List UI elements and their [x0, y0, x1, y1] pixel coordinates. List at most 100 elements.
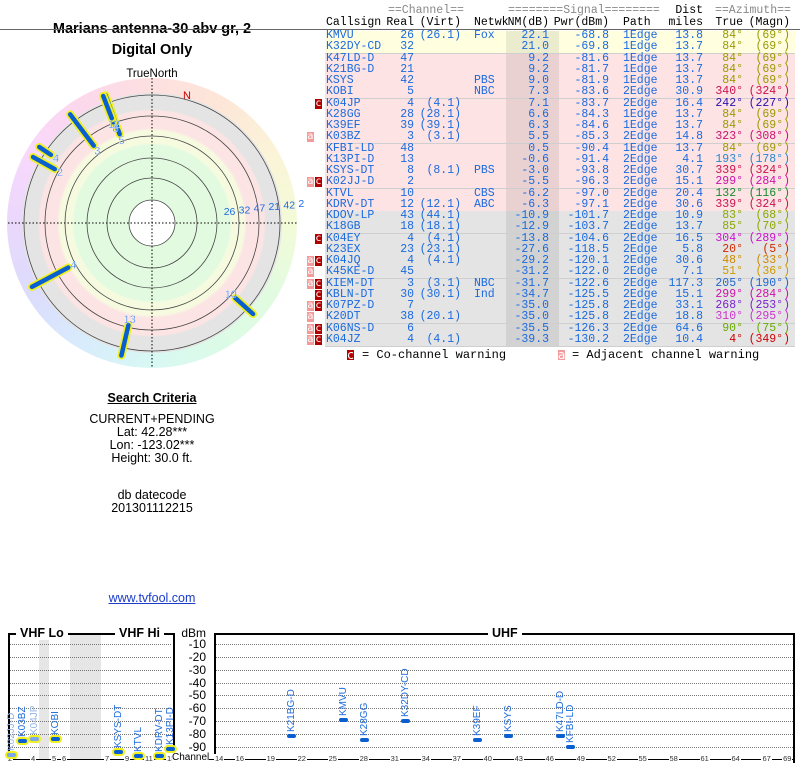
uhf-channel-tick: 64: [730, 754, 741, 763]
signal-marker: [287, 734, 297, 739]
uhf-channel-tick: 52: [606, 754, 617, 763]
column-headers: Callsign Real (Virt) Netwk NM(dB) Pwr(dBm) Pat…: [0, 16, 800, 30]
uhf-channel-tick: 22: [296, 754, 307, 763]
station-label: K13PI-D: [165, 706, 176, 745]
signal-marker: [18, 738, 27, 743]
grid-line-uhf: [216, 656, 793, 658]
column-header-path: Path: [623, 16, 651, 29]
tvfool-link[interactable]: www.tvfool.com: [109, 591, 196, 605]
cell-netwk: PBS: [474, 164, 495, 177]
grid-line-vhf: [10, 682, 171, 684]
signal-marker: [359, 737, 369, 742]
adjacent-channel-warning-icon: a: [307, 322, 314, 334]
co-channel-warning-icon: c: [315, 232, 322, 244]
station-label: KTVL: [133, 726, 144, 752]
signal-marker: [400, 718, 410, 723]
search-lon: Lon: -123.02***: [109, 438, 195, 452]
grid-line-vhf: [10, 656, 171, 658]
station-label: K04JP: [29, 705, 40, 735]
station-label: KOBI: [50, 710, 61, 735]
cell-virt: (26.1): [419, 29, 461, 42]
grid-line-vhf: [10, 644, 171, 645]
signal-marker: [155, 754, 164, 758]
column-header-netwk: Netwk: [474, 16, 509, 29]
column-header-dist: miles: [668, 16, 703, 29]
vhf-lo-title: VHF Lo: [16, 626, 68, 640]
adjacent-channel-warning-icon: a: [307, 311, 314, 323]
cell-pwr: -130.2: [567, 332, 609, 346]
adjacent-channel-warning-icon: a: [307, 255, 314, 266]
station-label: KDRV-DT: [154, 708, 165, 752]
adjacent-channel-warning-icon: a: [307, 176, 314, 188]
adjacent-channel-badge: a: [558, 348, 566, 362]
signal-marker: [7, 752, 16, 757]
signal-marker: [134, 753, 143, 758]
grid-line-vhf: [10, 695, 171, 697]
uhf-channel-tick: 14: [214, 754, 225, 763]
co-channel-legend: = Co-channel warning: [362, 348, 507, 362]
cell-path: 2Edge: [623, 332, 658, 346]
grid-line-vhf: [10, 669, 171, 671]
co-channel-warning-icon: c: [315, 322, 322, 334]
grid-line-uhf: [216, 695, 793, 697]
cell-nm: -39.3: [514, 332, 549, 346]
cell-netwk: Ind: [474, 287, 495, 301]
vhf-channel-tick: 5: [51, 754, 58, 763]
column-header-virt: (Virt): [419, 16, 461, 29]
column-header-pwr: Pwr(dBm): [553, 16, 609, 29]
adjacent-channel-warning-icon: a: [307, 333, 314, 345]
uhf-channel-tick: 67: [761, 754, 772, 763]
co-channel-warning-icon: c: [315, 277, 322, 289]
signal-marker: [473, 737, 483, 742]
station-label: KMVU: [337, 686, 349, 716]
adjacent-channel-warning-icon: a: [307, 266, 314, 278]
vhf-channel-tick: 9: [124, 754, 131, 763]
station-label: K32DY-CD: [399, 668, 411, 717]
cell-virt: (3.1): [426, 130, 461, 144]
uhf-channel-tick: 34: [420, 754, 431, 763]
uhf-title: UHF: [488, 626, 522, 640]
uhf-channel-tick: 37: [451, 754, 462, 763]
cell-netwk: NBC: [474, 85, 495, 99]
column-header-nm: NM(dB): [507, 16, 549, 29]
cell-dist: 10.4: [675, 332, 703, 346]
co-channel-warning-icon: c: [315, 300, 322, 311]
search-lat: Lat: 42.28***: [116, 425, 188, 439]
station-label: KSYS: [503, 705, 515, 733]
uhf-channel-tick: 28: [358, 754, 369, 763]
uhf-box: [214, 633, 795, 763]
search-height: Height: 30.0 ft.: [111, 451, 193, 465]
adjacent-channel-warning-icon: a: [307, 131, 314, 143]
cell-virt: (20.1): [419, 310, 461, 324]
station-label: KSYS-DT: [113, 704, 124, 748]
vhf-channel-tick: 11: [144, 754, 154, 763]
co-channel-warning-icon: c: [315, 255, 322, 266]
grid-line-uhf: [216, 682, 793, 684]
signal-marker: [166, 746, 175, 751]
search-criteria-heading: Search Criteria: [107, 391, 197, 405]
cell-netwk: Fox: [474, 29, 495, 42]
adjacent-channel-legend: = Adjacent channel warning: [572, 348, 760, 362]
station-label: K21BG-D: [286, 689, 298, 733]
uhf-channel-tick: 49: [575, 754, 586, 763]
co-channel-badge: c: [347, 348, 354, 362]
db-datecode-value: 201301112215: [111, 501, 193, 515]
signal-marker: [51, 736, 60, 741]
search-mode: CURRENT+PENDING: [89, 412, 215, 426]
signal-marker: [338, 717, 348, 722]
cell-netwk: ABC: [474, 197, 495, 211]
column-header-magn: (Magn): [748, 16, 790, 29]
station-label: K03BZ: [17, 706, 28, 737]
grid-line-uhf: [216, 644, 793, 645]
column-header-callsign: Callsign: [326, 16, 382, 29]
signal-marker: [555, 734, 565, 739]
co-channel-warning-icon: c: [315, 288, 322, 300]
channel-axis-label: Channel: [172, 752, 210, 763]
vhf-channel-tick: 4: [30, 754, 37, 763]
grid-line-uhf: [216, 746, 793, 748]
uhf-channel-tick: 19: [265, 754, 276, 763]
uhf-channel-tick: 61: [699, 754, 710, 763]
cell-magn: (349°): [748, 332, 790, 346]
column-header-true: True: [715, 16, 743, 29]
uhf-channel-tick: 43: [513, 754, 524, 763]
